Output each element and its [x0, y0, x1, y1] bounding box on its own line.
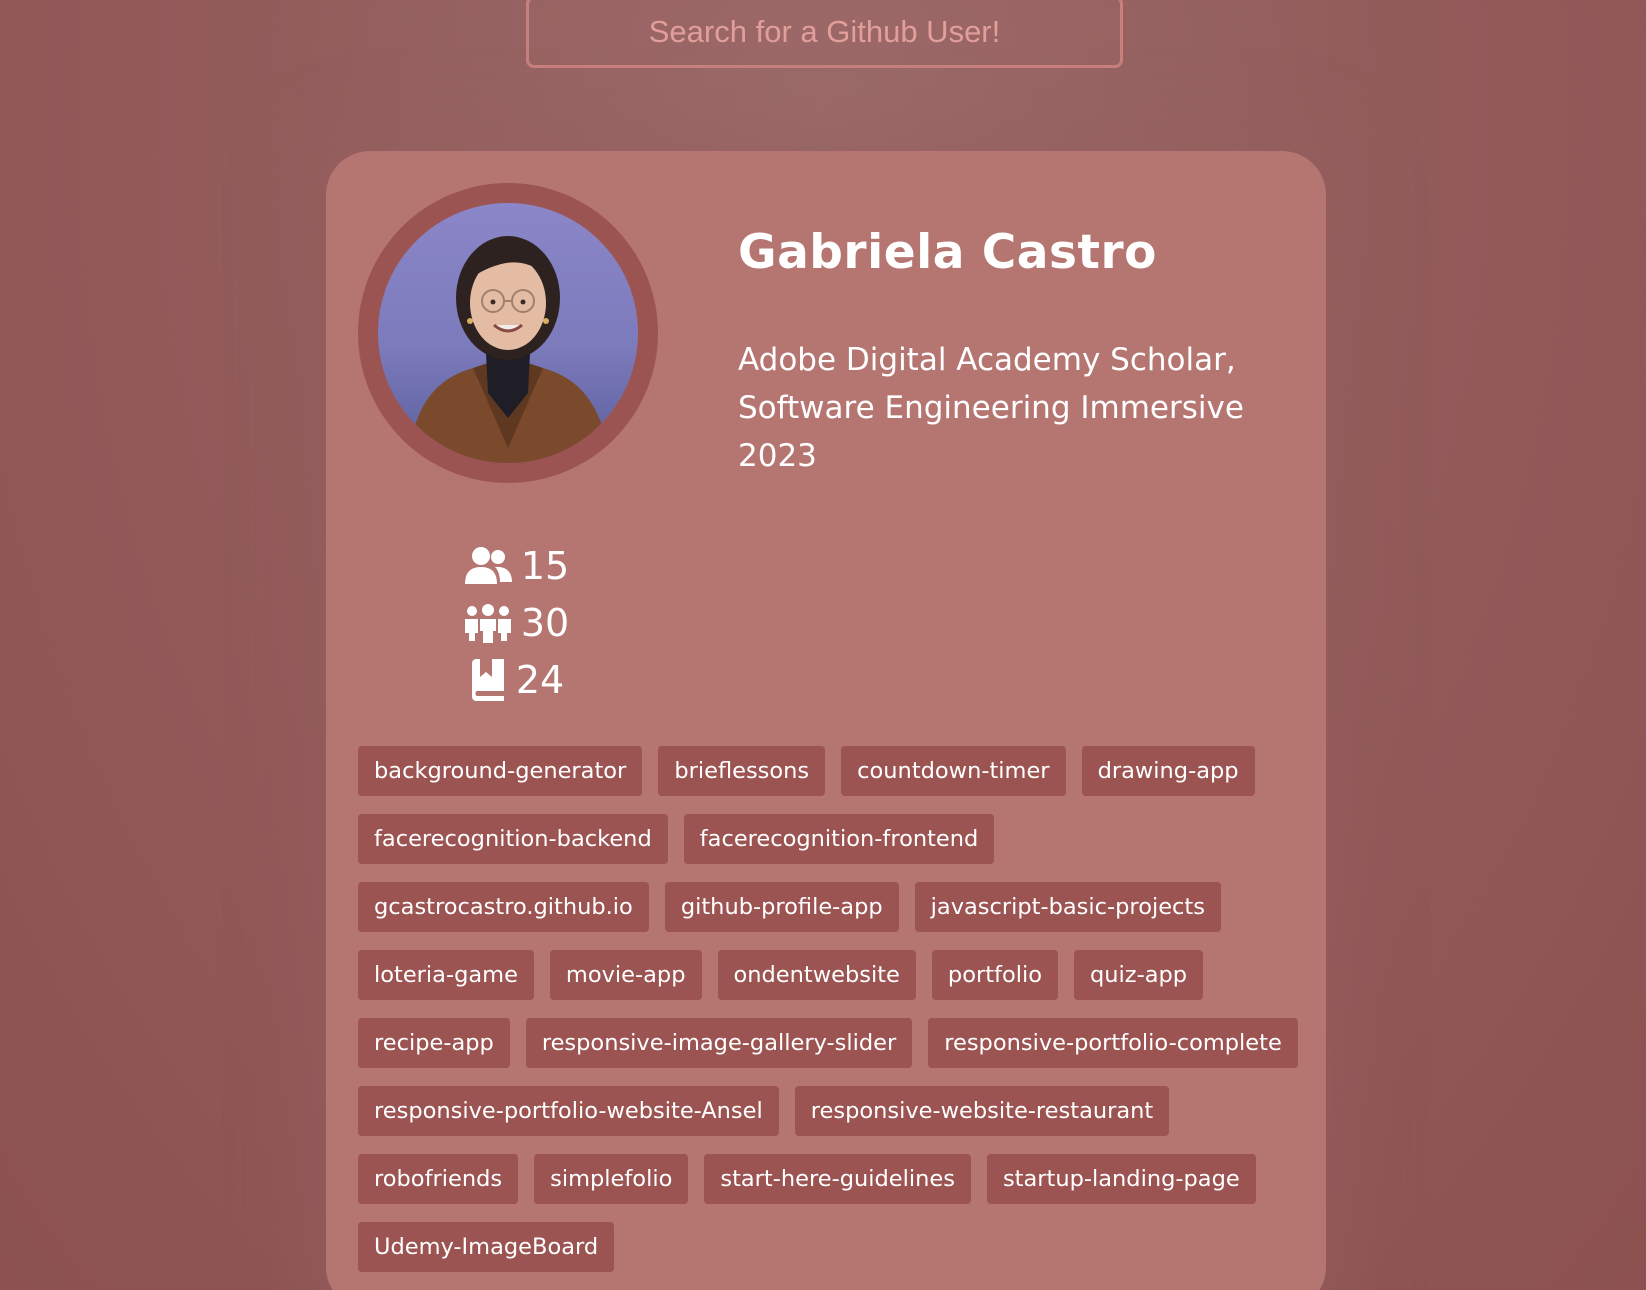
repo-link[interactable]: startup-landing-page [986, 1154, 1256, 1204]
repo-link[interactable]: gcastrocastro.github.io [358, 882, 649, 932]
repo-link[interactable]: countdown-timer [841, 746, 1066, 796]
repo-link[interactable]: facerecognition-backend [358, 814, 668, 864]
people-group-icon [464, 603, 511, 643]
repo-list: background-generator brieflessons countdow… [358, 746, 1298, 1272]
followers-count: 15 [520, 543, 570, 588]
repos-count: 24 [515, 657, 565, 702]
book-bookmark-icon [471, 658, 504, 701]
repo-link[interactable]: recipe-app [358, 1018, 510, 1068]
repo-link[interactable]: responsive-image-gallery-slider [525, 1018, 913, 1068]
followers-stat: 15 [446, 537, 586, 594]
search-input[interactable] [526, 0, 1123, 68]
repo-link[interactable]: movie-app [549, 950, 702, 1000]
repo-link[interactable]: simplefolio [534, 1154, 689, 1204]
repos-stat: 24 [446, 651, 586, 708]
repo-link[interactable]: robofriends [358, 1154, 519, 1204]
profile-name: Gabriela Castro [738, 225, 1157, 280]
repo-link[interactable]: loteria-game [358, 950, 534, 1000]
repo-link[interactable]: quiz-app [1073, 950, 1204, 1000]
following-count: 30 [520, 600, 570, 645]
user-group-icon [464, 546, 512, 584]
repo-link[interactable]: responsive-website-restaurant [794, 1086, 1170, 1136]
repo-link[interactable]: brieflessons [658, 746, 826, 796]
profile-bio: Adobe Digital Academy Scholar, Software … [738, 342, 1244, 474]
repo-link[interactable]: javascript-basic-projects [914, 882, 1221, 932]
repo-link[interactable]: start-here-guidelines [704, 1154, 971, 1204]
repo-link[interactable]: github-profile-app [664, 882, 899, 932]
repo-link[interactable]: facerecognition-frontend [683, 814, 995, 864]
repo-link[interactable]: responsive-portfolio-website-Ansel [358, 1086, 779, 1136]
avatar-portrait [408, 236, 610, 463]
avatar [378, 203, 638, 463]
repo-link[interactable]: drawing-app [1081, 746, 1255, 796]
avatar-frame [358, 183, 658, 483]
repo-link[interactable]: Udemy-ImageBoard [358, 1222, 615, 1272]
repo-link[interactable]: background-generator [358, 746, 643, 796]
repo-link[interactable]: portfolio [931, 950, 1058, 1000]
profile-stats: 15 30 24 [446, 537, 586, 708]
user-card: Gabriela Castro Adobe Digital Academy Sc… [326, 151, 1326, 1290]
following-stat: 30 [446, 594, 586, 651]
repo-link[interactable]: ondentwebsite [717, 950, 916, 1000]
repo-link[interactable]: responsive-portfolio-complete [928, 1018, 1298, 1068]
